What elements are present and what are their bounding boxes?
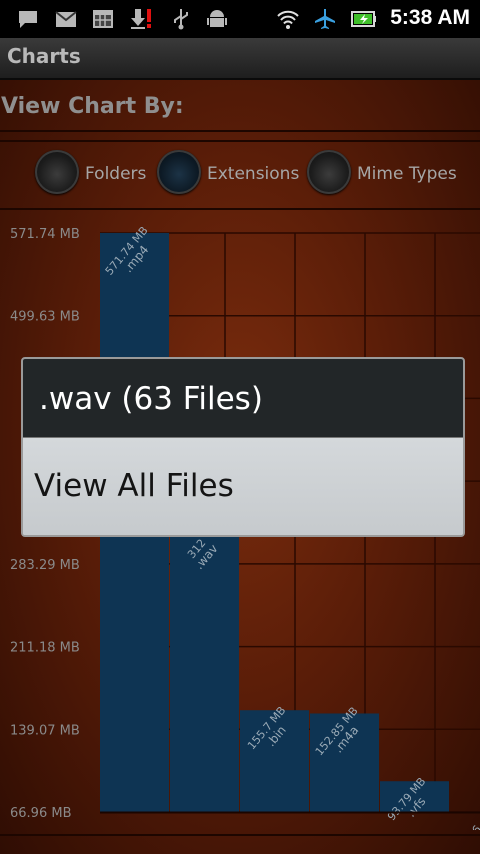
bar-value-label: 6: [469, 823, 480, 830]
clock: 5:38 AM: [390, 6, 470, 29]
context-dialog: .wav (63 Files) View All Files: [21, 357, 465, 537]
usb-icon: [174, 9, 188, 30]
airplane-signal-icon: [315, 9, 335, 29]
gmail-icon: [55, 11, 77, 27]
android-debug-icon: [207, 10, 227, 27]
radio-label[interactable]: Folders: [85, 164, 146, 184]
radio-button-icon[interactable]: [157, 150, 201, 194]
radio-button-icon[interactable]: [307, 150, 351, 194]
dialog-title: .wav (63 Files): [39, 381, 263, 417]
menu-item-label[interactable]: View All Files: [34, 468, 234, 504]
dialog-title-bar: .wav (63 Files): [23, 359, 463, 438]
y-tick-label: 571.74 MB: [10, 227, 80, 242]
status-bar: 5:38 AM: [0, 0, 480, 38]
chart-mode-radio-group: Folders Extensions Mime Types: [0, 140, 480, 210]
download-alert-icon: [131, 9, 151, 29]
y-tick-label: 499.63 MB: [10, 310, 80, 325]
bar-label: 6: [469, 823, 480, 837]
view-chart-by-label: View Chart By:: [1, 94, 184, 119]
screen-title: Charts: [7, 44, 81, 68]
bottom-divider: [0, 834, 480, 836]
battery-charging-icon: [351, 11, 376, 27]
y-tick-label: 283.29 MB: [10, 558, 80, 573]
wifi-icon: [277, 10, 299, 29]
title-bar: Charts: [0, 38, 480, 80]
view-all-files-menu-item[interactable]: View All Files: [23, 438, 463, 535]
y-tick-label: 139.07 MB: [10, 723, 80, 738]
radio-label[interactable]: Mime Types: [357, 164, 457, 184]
view-chart-by-header: View Chart By:: [0, 84, 480, 132]
y-tick-label: 211.18 MB: [10, 641, 80, 656]
radio-button-icon[interactable]: [35, 150, 79, 194]
calendar-icon: [93, 10, 113, 28]
radio-label[interactable]: Extensions: [207, 164, 299, 184]
chat-notification-icon: [19, 11, 37, 28]
bar: [170, 530, 239, 812]
y-tick-label: 66.96 MB: [10, 806, 71, 821]
